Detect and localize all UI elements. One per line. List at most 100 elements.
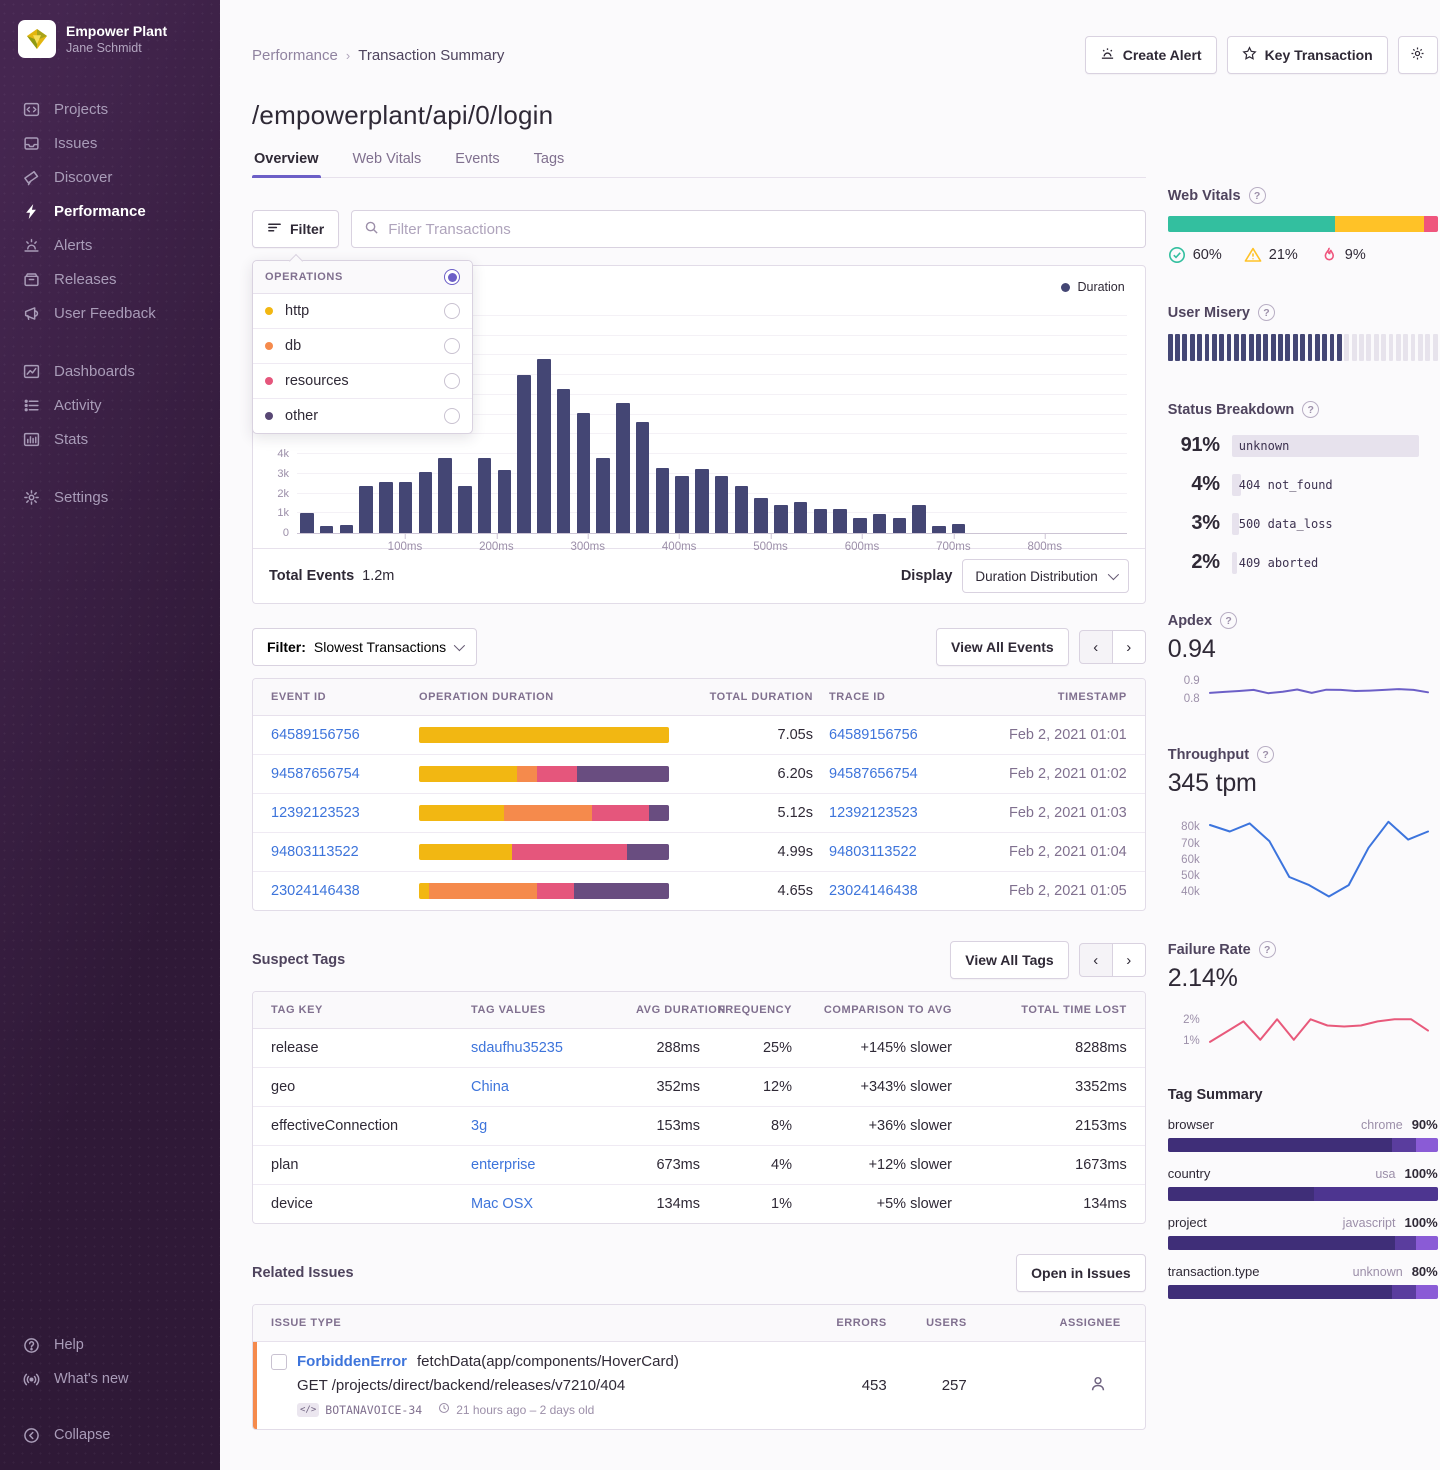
settings-button[interactable] xyxy=(1398,36,1438,74)
chevron-down-icon xyxy=(454,640,465,651)
resources-color-dot xyxy=(265,377,273,385)
tab-web-vitals[interactable]: Web Vitals xyxy=(351,143,424,177)
filter-button[interactable]: Filter xyxy=(252,210,339,248)
issue-checkbox[interactable] xyxy=(271,1354,287,1370)
trace-id-link[interactable]: 23024146438 xyxy=(829,883,918,899)
tag-value-link[interactable]: sdaufhu35235 xyxy=(471,1040,563,1056)
suspect-tag-row: device Mac OSX 134ms 1% +5% slower 134ms xyxy=(253,1185,1145,1223)
next-page-button[interactable]: › xyxy=(1112,943,1146,977)
assignee-icon[interactable] xyxy=(1089,1375,1107,1396)
issue-summary: fetchData(app/components/HoverCard) xyxy=(417,1353,679,1370)
apdex-sparkline: 0.90.8 xyxy=(1208,676,1438,706)
operation-option-resources[interactable]: resources xyxy=(253,364,472,399)
activity-icon xyxy=(22,396,40,414)
suspect-tags-body: release sdaufhu35235 288ms 25% +145% slo… xyxy=(253,1029,1145,1223)
sidebar-item-activity[interactable]: Activity xyxy=(0,388,220,422)
tag-value-link[interactable]: enterprise xyxy=(471,1157,535,1173)
sidebar-item-settings[interactable]: Settings xyxy=(0,480,220,514)
operation-radio-other[interactable] xyxy=(444,408,460,424)
op-segment-resources xyxy=(537,883,575,899)
operation-option-db[interactable]: db xyxy=(253,329,472,364)
help-icon[interactable]: ? xyxy=(1220,612,1237,629)
operation-option-http[interactable]: http xyxy=(253,294,472,329)
event-row: 23024146438 4.65s 23024146438 Feb 2, 202… xyxy=(253,872,1145,910)
tag-value-link[interactable]: Mac OSX xyxy=(471,1196,533,1212)
sidebar-item-collapse[interactable]: Collapse xyxy=(0,1418,220,1452)
op-segment-db xyxy=(517,766,537,782)
siren-icon xyxy=(1100,46,1115,64)
display-label: Display xyxy=(901,568,953,584)
sidebar-item-projects[interactable]: Projects xyxy=(0,92,220,126)
tag-value-link[interactable]: 3g xyxy=(471,1118,487,1134)
tag-key: device xyxy=(263,1185,463,1223)
event-id-link[interactable]: 12392123523 xyxy=(271,805,360,821)
tab-events[interactable]: Events xyxy=(453,143,501,177)
chevron-down-icon xyxy=(1107,569,1118,580)
op-segment-resources xyxy=(512,844,627,860)
breadcrumb-current: Transaction Summary xyxy=(358,47,504,64)
trace-id-link[interactable]: 94803113522 xyxy=(829,844,917,860)
view-all-tags-button[interactable]: View All Tags xyxy=(950,941,1068,979)
issue-type-link[interactable]: ForbiddenError xyxy=(297,1353,407,1370)
operation-radio-http[interactable] xyxy=(444,303,460,319)
operation-radio-db[interactable] xyxy=(444,338,460,354)
display-select[interactable]: Duration Distribution xyxy=(962,559,1128,593)
issue-short-id: </> BOTANAVOICE-34 xyxy=(297,1403,422,1417)
tag-value-link[interactable]: China xyxy=(471,1079,509,1095)
tab-bar: Overview Web Vitals Events Tags xyxy=(252,143,1146,178)
sidebar-footer: Help What's new Collapse xyxy=(0,1328,220,1452)
event-id-link[interactable]: 64589156756 xyxy=(271,727,360,743)
view-all-events-button[interactable]: View All Events xyxy=(936,628,1069,666)
key-transaction-button[interactable]: Key Transaction xyxy=(1227,36,1388,74)
sidebar-item-dashboards[interactable]: Dashboards xyxy=(0,354,220,388)
sidebar-item-discover[interactable]: Discover xyxy=(0,160,220,194)
next-page-button[interactable]: › xyxy=(1112,630,1146,664)
help-icon[interactable]: ? xyxy=(1249,187,1266,204)
operations-all-radio[interactable] xyxy=(444,269,460,285)
status-row: 4% 404 not_found xyxy=(1168,473,1438,496)
create-alert-button[interactable]: Create Alert xyxy=(1085,36,1217,74)
event-id-link[interactable]: 94587656754 xyxy=(271,766,360,782)
breadcrumb-performance[interactable]: Performance xyxy=(252,47,338,64)
sidebar-item-user-feedback[interactable]: User Feedback xyxy=(0,296,220,330)
search-input[interactable] xyxy=(388,221,1132,238)
operation-option-other[interactable]: other xyxy=(253,399,472,433)
chart-legend[interactable]: Duration xyxy=(1061,280,1124,294)
trace-id-link[interactable]: 94587656754 xyxy=(829,766,918,782)
duration-legend-dot xyxy=(1061,283,1070,292)
sidebar-item-what-s-new[interactable]: What's new xyxy=(0,1362,220,1396)
operation-radio-resources[interactable] xyxy=(444,373,460,389)
help-icon[interactable]: ? xyxy=(1302,401,1319,418)
sidebar-item-alerts[interactable]: Alerts xyxy=(0,228,220,262)
sidebar-item-releases[interactable]: Releases xyxy=(0,262,220,296)
total-duration: 5.12s xyxy=(661,794,821,832)
tab-overview[interactable]: Overview xyxy=(252,143,321,177)
help-icon[interactable]: ? xyxy=(1259,941,1276,958)
org-switcher[interactable]: Empower Plant Jane Schmidt xyxy=(0,20,220,58)
help-icon[interactable]: ? xyxy=(1257,746,1274,763)
sidebar-item-stats[interactable]: Stats xyxy=(0,422,220,456)
status-row: 91% unknown xyxy=(1168,434,1438,457)
histogram-bar xyxy=(794,502,807,533)
tab-tags[interactable]: Tags xyxy=(532,143,567,177)
trace-id-link[interactable]: 12392123523 xyxy=(829,805,918,821)
prev-page-button[interactable]: ‹ xyxy=(1079,943,1113,977)
apdex-value: 0.94 xyxy=(1168,635,1438,664)
discover-icon xyxy=(22,168,40,186)
org-logo xyxy=(18,20,56,58)
help-icon[interactable]: ? xyxy=(1258,304,1275,321)
sidebar-item-issues[interactable]: Issues xyxy=(0,126,220,160)
trace-id-link[interactable]: 64589156756 xyxy=(829,727,918,743)
histogram-bar xyxy=(636,422,649,533)
sidebar-item-performance[interactable]: Performance xyxy=(0,194,220,228)
event-id-link[interactable]: 94803113522 xyxy=(271,844,359,860)
prev-page-button[interactable]: ‹ xyxy=(1079,630,1113,664)
sidebar-item-help[interactable]: Help xyxy=(0,1328,220,1362)
event-id-link[interactable]: 23024146438 xyxy=(271,883,360,899)
histogram-bar xyxy=(340,525,353,533)
sidebar: Empower Plant Jane Schmidt Projects Issu… xyxy=(0,0,220,1470)
histogram-bar xyxy=(616,403,629,533)
open-in-issues-button[interactable]: Open in Issues xyxy=(1016,1254,1146,1292)
transactions-filter-select[interactable]: Filter: Slowest Transactions xyxy=(252,628,477,666)
op-segment-http xyxy=(419,766,517,782)
